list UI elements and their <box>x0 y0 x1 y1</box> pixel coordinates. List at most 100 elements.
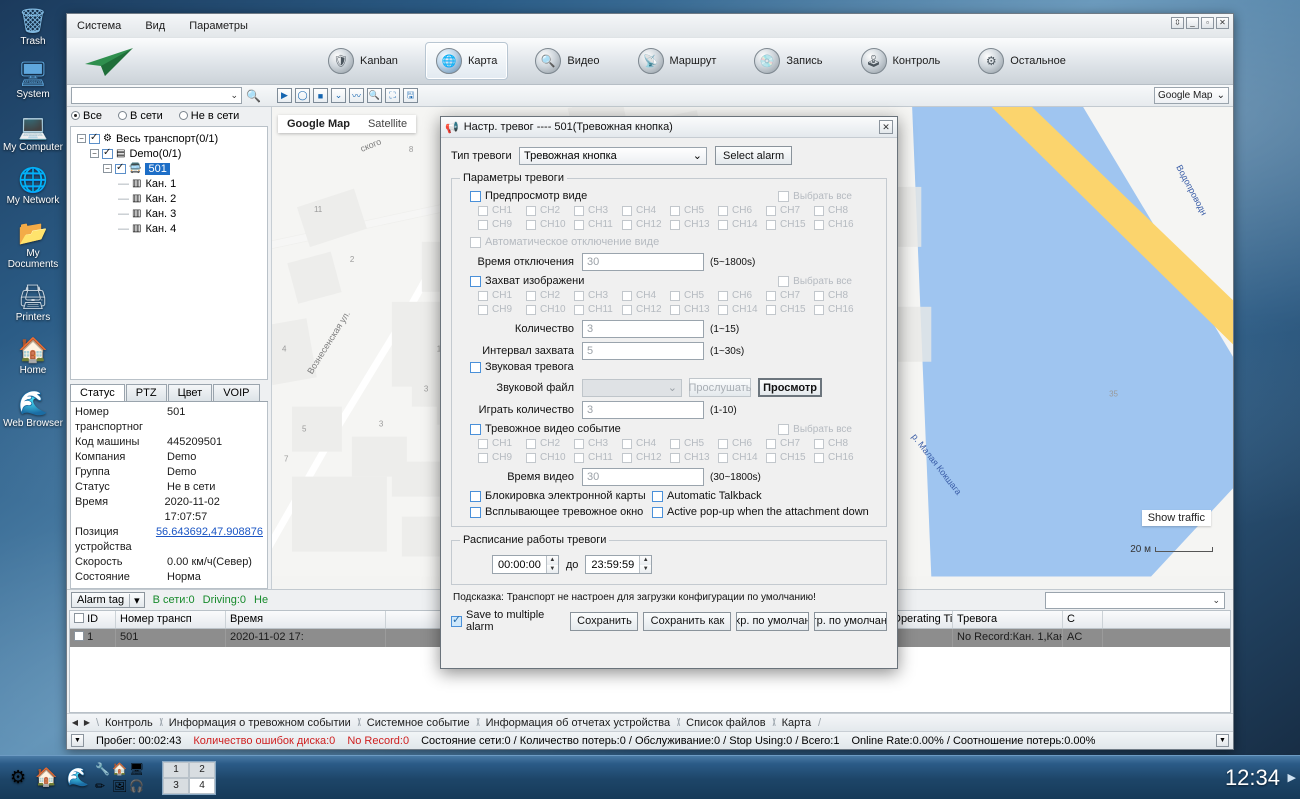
desktop-icon-system[interactable]: 🖥 System <box>0 61 66 100</box>
channel-ch8[interactable]: CH8 <box>814 438 862 449</box>
channel-checkbox[interactable] <box>670 305 680 315</box>
channel-ch2[interactable]: CH2 <box>526 290 574 301</box>
channel-ch13[interactable]: CH13 <box>670 452 718 463</box>
channel-ch15[interactable]: CH15 <box>766 304 814 315</box>
channel-checkbox[interactable] <box>526 453 536 463</box>
channel-checkbox[interactable] <box>574 206 584 216</box>
channel-ch8[interactable]: CH8 <box>814 205 862 216</box>
channel-checkbox[interactable] <box>718 453 728 463</box>
video-time-input[interactable]: 30 <box>582 468 704 486</box>
channel-checkbox[interactable] <box>526 439 536 449</box>
channel-ch6[interactable]: CH6 <box>718 290 766 301</box>
channel-checkbox[interactable] <box>670 206 680 216</box>
select-all-checkbox[interactable] <box>778 276 789 287</box>
listen-button[interactable]: Прослушать <box>689 378 751 397</box>
channel-checkbox[interactable] <box>478 220 488 230</box>
channel-checkbox[interactable] <box>718 439 728 449</box>
status-menu-icon[interactable]: ▼ <box>71 734 84 747</box>
channel-ch16[interactable]: CH16 <box>814 219 862 230</box>
alarm-video-checkbox-row[interactable]: Тревожное видео событие <box>470 423 621 435</box>
bottom-tab-control[interactable]: Контроль <box>97 717 161 729</box>
count-input[interactable]: 3 <box>582 320 704 338</box>
channel-checkbox[interactable] <box>766 206 776 216</box>
menu-item-view[interactable]: Вид <box>141 18 169 34</box>
map-type-google[interactable]: Google Map <box>278 115 359 133</box>
tray-home-icon[interactable]: 🏠 <box>112 762 127 777</box>
desktop-icon-trash[interactable]: 🗑 Trash <box>0 8 66 47</box>
active-popup-checkbox-row[interactable]: Active pop-up when the attachment down <box>652 506 869 518</box>
tree-node-channel-3[interactable]: — ▥ Кан. 3 <box>73 206 265 221</box>
channel-ch5[interactable]: CH5 <box>670 438 718 449</box>
channel-checkbox[interactable] <box>622 206 632 216</box>
bottom-tab-device-reports[interactable]: Информация об отчетах устройства <box>478 717 679 729</box>
channel-checkbox[interactable] <box>670 439 680 449</box>
alarm-video-select-all-row[interactable]: Выбрать все <box>778 424 852 435</box>
tab-voip[interactable]: VOIP <box>213 384 259 401</box>
col-id[interactable]: ID <box>70 611 116 628</box>
channel-checkbox[interactable] <box>574 291 584 301</box>
channel-ch9[interactable]: CH9 <box>478 219 526 230</box>
col-alarm[interactable]: Тревога <box>953 611 1063 628</box>
show-traffic-button[interactable]: Show traffic <box>1142 510 1211 526</box>
channel-checkbox[interactable] <box>622 453 632 463</box>
load-default-button[interactable]: Загр. по умолчанию <box>814 612 887 631</box>
desktop-icon-my-documents[interactable]: 📂 My Documents <box>0 220 66 270</box>
channel-checkbox[interactable] <box>526 220 536 230</box>
channel-ch8[interactable]: CH8 <box>814 290 862 301</box>
channel-ch1[interactable]: CH1 <box>478 438 526 449</box>
save-multiple-checkbox[interactable] <box>451 616 462 627</box>
channel-checkbox[interactable] <box>766 453 776 463</box>
channel-checkbox[interactable] <box>478 439 488 449</box>
restore-down-button[interactable]: ⇳ <box>1171 17 1184 29</box>
channel-ch2[interactable]: CH2 <box>526 205 574 216</box>
col-time[interactable]: Время <box>226 611 386 628</box>
alarm-tag-dropdown[interactable]: Alarm tag ▾ <box>71 592 145 608</box>
popup-checkbox[interactable] <box>470 507 481 518</box>
ribbon-tab-map[interactable]: 🌐 Карта <box>425 42 508 80</box>
bottom-tab-system-event[interactable]: Системное событие <box>359 717 478 729</box>
sound-file-select[interactable]: ⌄ <box>582 379 682 397</box>
time-to-spinner[interactable]: 23:59:59 ▲▼ <box>585 555 652 574</box>
lock-map-checkbox[interactable] <box>470 491 481 502</box>
capture-checkbox-row[interactable]: Захват изображени <box>470 275 584 287</box>
spinner-up-icon[interactable]: ▲ <box>640 556 651 565</box>
channel-ch11[interactable]: CH11 <box>574 304 622 315</box>
off-time-input[interactable]: 30 <box>582 253 704 271</box>
desktop-icon-my-computer[interactable]: 💻 My Computer <box>0 114 66 153</box>
ribbon-tab-record[interactable]: 💿 Запись <box>743 42 833 80</box>
close-button[interactable]: ✕ <box>1216 17 1229 29</box>
channel-checkbox[interactable] <box>766 291 776 301</box>
status-more-icon[interactable]: ▼ <box>1216 734 1229 747</box>
channel-ch3[interactable]: CH3 <box>574 438 622 449</box>
channel-ch3[interactable]: CH3 <box>574 290 622 301</box>
channel-ch9[interactable]: CH9 <box>478 304 526 315</box>
channel-ch16[interactable]: CH16 <box>814 452 862 463</box>
channel-checkbox[interactable] <box>670 220 680 230</box>
channel-checkbox[interactable] <box>574 220 584 230</box>
channel-checkbox[interactable] <box>526 206 536 216</box>
channel-ch14[interactable]: CH14 <box>718 219 766 230</box>
channel-ch1[interactable]: CH1 <box>478 205 526 216</box>
spinner-arrows[interactable]: ▲▼ <box>639 556 651 573</box>
save-button[interactable]: Сохранить <box>570 612 638 631</box>
collapse-icon[interactable]: − <box>90 149 99 158</box>
channel-ch12[interactable]: CH12 <box>622 219 670 230</box>
channel-ch4[interactable]: CH4 <box>622 438 670 449</box>
sound-alarm-checkbox-row[interactable]: Звуковая тревога <box>470 361 878 373</box>
channel-checkbox[interactable] <box>766 305 776 315</box>
tab-ptz[interactable]: PTZ <box>126 384 167 401</box>
auto-off-checkbox-row[interactable]: Автоматическое отключение виде <box>470 236 878 248</box>
search-input[interactable]: ⌄ <box>71 87 242 104</box>
channel-ch10[interactable]: CH10 <box>526 219 574 230</box>
menu-item-system[interactable]: Система <box>73 18 125 34</box>
bottom-tab-alarm-info[interactable]: Информация о тревожном событии <box>161 717 359 729</box>
channel-checkbox[interactable] <box>814 305 824 315</box>
spinner-arrows[interactable]: ▲▼ <box>546 556 558 573</box>
channel-checkbox[interactable] <box>622 305 632 315</box>
map-source-select[interactable]: Google Map ⌄ <box>1154 87 1229 104</box>
dialog-close-button[interactable]: ✕ <box>879 120 893 134</box>
filter-online[interactable]: В сети <box>118 110 163 122</box>
filter-all[interactable]: Все <box>71 110 102 122</box>
tool-save-icon[interactable]: 🖫 <box>403 88 418 103</box>
channel-ch14[interactable]: CH14 <box>718 304 766 315</box>
